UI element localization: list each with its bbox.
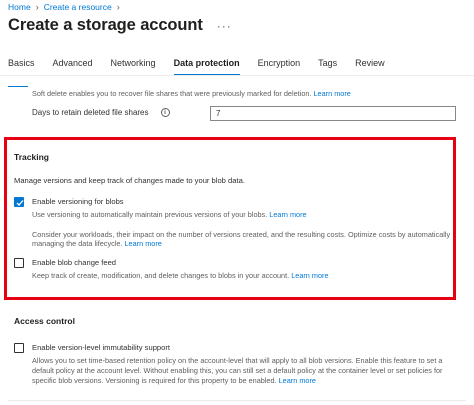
soft-delete-text: Soft delete enables you to recover file … bbox=[32, 89, 312, 98]
tab-data-protection[interactable]: Data protection bbox=[173, 58, 240, 76]
tab-divider bbox=[0, 75, 474, 76]
tracking-heading: Tracking bbox=[14, 152, 49, 162]
tab-review[interactable]: Review bbox=[355, 58, 385, 76]
immutability-label: Enable version-level immutability suppor… bbox=[32, 343, 171, 352]
versioning-note-learn-more-link[interactable]: Learn more bbox=[125, 239, 162, 248]
tracking-description: Manage versions and keep track of change… bbox=[14, 176, 245, 185]
versioning-label: Enable versioning for blobs bbox=[32, 197, 124, 206]
versioning-checkbox[interactable] bbox=[14, 197, 24, 207]
title-row: Create a storage account ··· bbox=[8, 16, 232, 35]
immutability-line2: default policy at the account level. Wit… bbox=[32, 366, 443, 375]
change-feed-checkbox[interactable] bbox=[14, 258, 24, 268]
immutability-learn-more-link[interactable]: Learn more bbox=[279, 376, 316, 385]
change-feed-description-row: Keep track of create, modification, and … bbox=[32, 271, 329, 282]
immutability-line1: Allows you to set time-based retention p… bbox=[32, 356, 443, 365]
retain-days-input[interactable]: 7 bbox=[210, 106, 456, 121]
versioning-note-line2-row: managing the data lifecycle. Learn more bbox=[32, 239, 162, 250]
soft-delete-description: Soft delete enables you to recover file … bbox=[32, 89, 351, 100]
soft-delete-learn-more-link[interactable]: Learn more bbox=[314, 89, 351, 98]
more-options-icon[interactable]: ··· bbox=[217, 19, 232, 33]
versioning-note-line2: managing the data lifecycle. bbox=[32, 239, 123, 248]
immutability-line3: specific blob versions. Versioning is re… bbox=[32, 376, 277, 385]
page-title: Create a storage account bbox=[8, 16, 203, 34]
versioning-description-row: Use versioning to automatically maintain… bbox=[32, 210, 307, 221]
versioning-description: Use versioning to automatically maintain… bbox=[32, 210, 268, 219]
tab-advanced[interactable]: Advanced bbox=[53, 58, 93, 76]
retain-days-row: Days to retain deleted file shares i bbox=[32, 108, 170, 117]
tab-tags[interactable]: Tags bbox=[318, 58, 337, 76]
breadcrumb: Home › Create a resource › bbox=[8, 2, 120, 12]
section-marker bbox=[8, 86, 28, 87]
change-feed-label: Enable blob change feed bbox=[32, 258, 117, 267]
chevron-right-icon: › bbox=[35, 2, 39, 12]
retain-days-label: Days to retain deleted file shares bbox=[32, 108, 149, 117]
info-icon[interactable]: i bbox=[160, 108, 170, 117]
chevron-right-icon: › bbox=[116, 2, 120, 12]
access-control-heading: Access control bbox=[14, 316, 75, 326]
breadcrumb-create-resource-link[interactable]: Create a resource bbox=[44, 2, 112, 12]
breadcrumb-home-link[interactable]: Home bbox=[8, 2, 31, 12]
change-feed-learn-more-link[interactable]: Learn more bbox=[291, 271, 328, 280]
tab-encryption[interactable]: Encryption bbox=[258, 58, 301, 76]
immutability-checkbox[interactable] bbox=[14, 343, 24, 353]
tab-bar: Basics Advanced Networking Data protecti… bbox=[8, 58, 403, 76]
versioning-learn-more-link[interactable]: Learn more bbox=[269, 210, 306, 219]
tab-networking[interactable]: Networking bbox=[111, 58, 156, 76]
change-feed-description: Keep track of create, modification, and … bbox=[32, 271, 290, 280]
checkmark-icon bbox=[16, 200, 24, 206]
bottom-divider bbox=[8, 400, 466, 401]
immutability-line3-row: specific blob versions. Versioning is re… bbox=[32, 376, 316, 387]
tab-basics[interactable]: Basics bbox=[8, 58, 35, 76]
